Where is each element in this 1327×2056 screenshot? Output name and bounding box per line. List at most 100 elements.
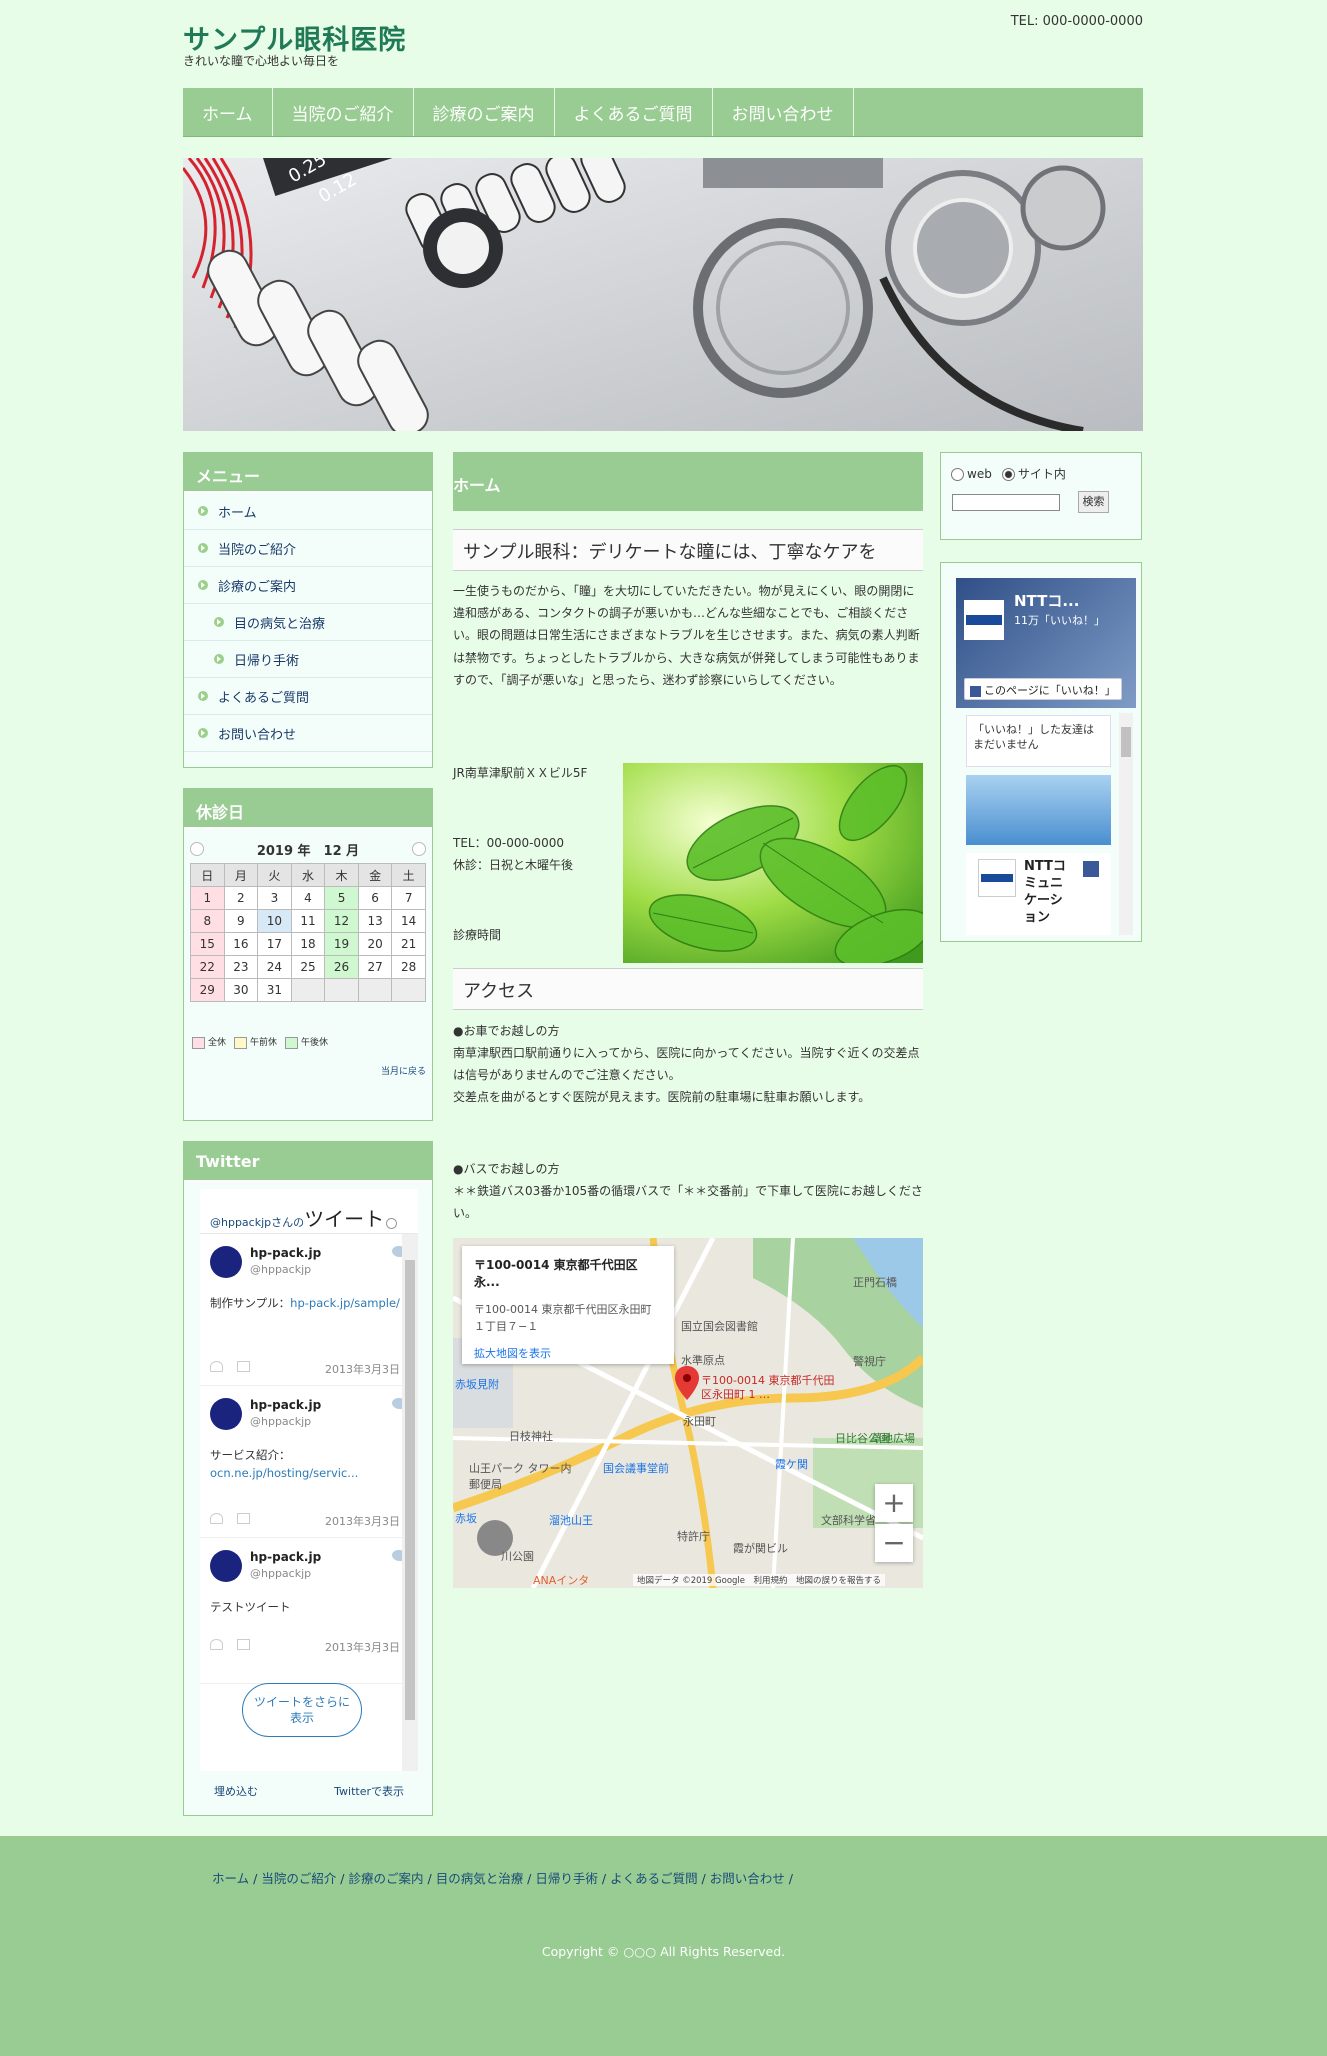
tweet-date[interactable]: 2013年3月3日 <box>325 1639 400 1655</box>
copyright: Copyright © ○○○ All Rights Reserved. <box>541 1944 786 1959</box>
ntt-logo[interactable] <box>964 600 1004 640</box>
twitter-title: Twitter <box>184 1142 432 1182</box>
map-place-label: 赤坂 <box>455 1512 477 1525</box>
weekday-header: 月 <box>223 863 259 887</box>
facebook-scrollbar[interactable] <box>1119 713 1133 935</box>
calendar-title: 休診日 <box>184 789 432 829</box>
facebook-icon[interactable] <box>1083 861 1099 877</box>
share-icon[interactable] <box>237 1639 250 1650</box>
sidebar-item-faq[interactable]: よくあるご質問 <box>184 678 432 715</box>
sidebar-item-home[interactable]: ホーム <box>184 493 432 530</box>
heart-icon[interactable] <box>210 1639 223 1650</box>
footer-link-diseases[interactable]: 目の病気と治療 <box>436 1871 524 1886</box>
car-heading: ●お車でお越しの方 <box>453 1024 560 1038</box>
share-icon[interactable] <box>237 1361 250 1372</box>
nav-item-treatment[interactable]: 診療のご案内 <box>414 88 555 136</box>
zoom-out-button[interactable]: − <box>875 1524 913 1562</box>
hours-label: 診療時間 <box>453 928 502 942</box>
search-button[interactable]: 検索 <box>1078 491 1109 513</box>
calendar-month-label: 2019 年 12 月 <box>256 843 360 859</box>
radio-web[interactable] <box>951 467 964 481</box>
calendar-day: 29 <box>190 978 225 1002</box>
nav-item-about[interactable]: 当院のご紹介 <box>273 88 414 136</box>
weekday-header: 水 <box>290 863 326 887</box>
map-place-label: 溜池山王 <box>549 1514 593 1527</box>
calendar-day: 8 <box>190 909 225 933</box>
larger-map-link[interactable]: 拡大地図を表示 <box>474 1345 662 1361</box>
search-input[interactable] <box>952 494 1060 511</box>
footer-link-faq[interactable]: よくあるご質問 <box>610 1871 698 1886</box>
next-month-icon[interactable] <box>411 842 426 856</box>
avatar[interactable] <box>210 1246 242 1278</box>
sidebar-item-contact[interactable]: お問い合わせ <box>184 715 432 752</box>
sidebar-item-diseases[interactable]: 目の病気と治療 <box>184 604 432 641</box>
tweet-item[interactable]: hp-pack.jp @hppackjp 制作サンプル：hp-pack.jp/s… <box>200 1234 418 1386</box>
legend-swatch-am <box>234 1036 248 1049</box>
calendar-day-empty <box>391 978 426 1002</box>
map-place-label: 川公園 <box>501 1550 534 1563</box>
facebook-cover[interactable]: NTTコ... 11万「いいね！」 このページに「いいね！」 <box>956 578 1136 708</box>
map-place-label: 草地広場 <box>871 1432 915 1445</box>
footer-link-contact[interactable]: お問い合わせ <box>710 1871 785 1886</box>
map-place-label: 霞ケ関 <box>775 1458 808 1471</box>
nav-item-faq[interactable]: よくあるご質問 <box>555 88 713 136</box>
sidebar-item-about[interactable]: 当院のご紹介 <box>184 530 432 567</box>
section-heading: サンプル眼科：デリケートな瞳には、丁寧なケアを <box>453 529 923 571</box>
radio-site[interactable] <box>1001 468 1015 481</box>
heart-icon[interactable] <box>210 1513 223 1524</box>
footer-link-surgery[interactable]: 日帰り手術 <box>535 1871 598 1886</box>
access-heading: アクセス <box>453 968 923 1010</box>
tweet-link[interactable]: ocn.ne.jp/hosting/servic... <box>210 1466 358 1480</box>
tweet-text: 制作サンプル：hp-pack.jp/sample/ <box>210 1296 400 1310</box>
map-pin-icon[interactable] <box>675 1366 699 1400</box>
view-on-twitter-link[interactable]: Twitterで表示 <box>334 1783 404 1801</box>
share-icon[interactable] <box>237 1513 250 1524</box>
sidebar-item-treatment[interactable]: 診療のご案内 <box>184 567 432 604</box>
nav-item-home[interactable]: ホーム <box>183 88 273 136</box>
embed-link[interactable]: 埋め込む <box>214 1783 258 1801</box>
info-icon[interactable] <box>386 1217 398 1229</box>
prev-month-icon[interactable] <box>190 842 204 856</box>
footer-link-treatment[interactable]: 診療のご案内 <box>349 1871 424 1886</box>
scrollbar-thumb[interactable] <box>405 1260 415 1720</box>
avatar[interactable] <box>210 1550 242 1582</box>
like-page-button[interactable]: このページに「いいね！」 <box>964 678 1122 700</box>
heart-icon[interactable] <box>210 1361 223 1372</box>
ntt-logo[interactable] <box>978 859 1016 897</box>
load-more-tweets-button[interactable]: ツイートをさらに表示 <box>242 1683 362 1737</box>
map-info-card: 〒100-0014 東京都千代田区永... 〒100-0014 東京都千代田区永… <box>462 1246 674 1364</box>
page-title: ホーム <box>453 452 923 511</box>
calendar-day: 27 <box>357 955 393 979</box>
tweet-link[interactable]: hp-pack.jp/sample/ <box>290 1296 400 1310</box>
calendar-day-empty <box>290 978 326 1002</box>
arrow-bullet-icon <box>214 617 224 627</box>
tweet-item[interactable]: hp-pack.jp @hppackjp サービス紹介：ocn.ne.jp/ho… <box>200 1386 418 1538</box>
intro-text: 一生使うものだから、「瞳」を大切にしていただきたい。物が見えにくい、眼の開閉に違… <box>453 584 920 687</box>
map-place-label: 永田町 <box>683 1415 716 1428</box>
calendar-day: 31 <box>257 978 292 1002</box>
nav-item-contact[interactable]: お問い合わせ <box>713 88 854 136</box>
leaves-photo <box>623 763 923 963</box>
embedded-map[interactable]: 〒100-0014 東京都千代田区永田町 1 … 国立国会図書館 日枝神社 山王… <box>453 1238 923 1588</box>
avatar[interactable] <box>210 1398 242 1430</box>
tweet-text: サービス紹介：ocn.ne.jp/hosting/servic... <box>210 1448 359 1481</box>
search-widget: web サイト内 検索 <box>940 452 1142 540</box>
footer-link-home[interactable]: ホーム <box>212 1871 249 1886</box>
tweet-item[interactable]: hp-pack.jp @hppackjp テストツイート 2013年3月3日 <box>200 1538 418 1684</box>
calendar-day: 20 <box>357 932 393 956</box>
sidebar-item-surgery[interactable]: 日帰り手術 <box>184 641 432 678</box>
tweet-date[interactable]: 2013年3月3日 <box>325 1513 400 1529</box>
facebook-post[interactable]: NTTコミュニケーション <box>966 853 1111 935</box>
tweet-date[interactable]: 2013年3月3日 <box>325 1361 400 1377</box>
footer-link-about[interactable]: 当院のご紹介 <box>261 1871 336 1886</box>
twitter-timeline: @hppackjpさんのツイート hp-pack.jp @hppackjp 制作… <box>200 1189 418 1771</box>
address-text: JR南草津駅前ＸＸビル5F <box>453 766 588 780</box>
facebook-post-image[interactable] <box>966 775 1111 845</box>
zoom-in-button[interactable]: + <box>875 1484 913 1522</box>
calendar-back-link[interactable]: 当月に戻る <box>381 1064 426 1077</box>
calendar-day: 30 <box>223 978 259 1002</box>
timeline-scrollbar[interactable] <box>402 1234 418 1771</box>
map-place-label: 日枝神社 <box>509 1430 553 1443</box>
site-footer: ホーム / 当院のご紹介 / 診療のご案内 / 目の病気と治療 / 日帰り手術 … <box>0 1836 1327 2056</box>
map-attribution[interactable]: 地図データ ©2019 Google 利用規約 地図の誤りを報告する <box>633 1574 886 1586</box>
